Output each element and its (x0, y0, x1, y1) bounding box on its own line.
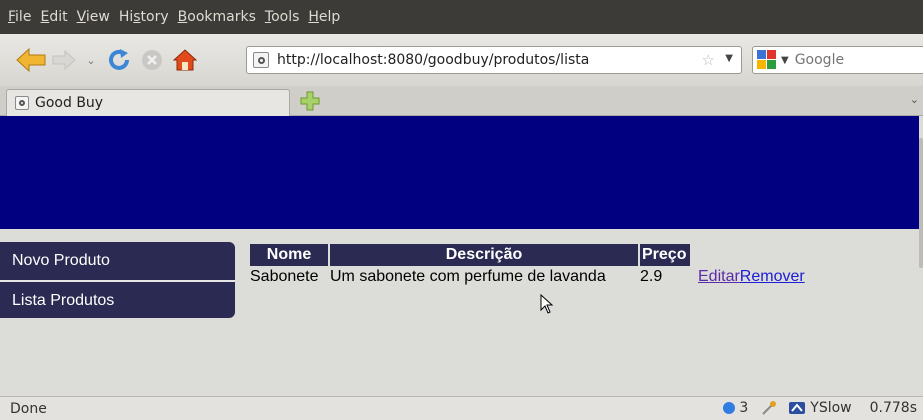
status-addons: 3 YSlow 0.778s (723, 399, 917, 417)
url-input[interactable] (277, 52, 677, 68)
home-button[interactable] (170, 46, 200, 74)
cell-preco: 2.9 (640, 268, 663, 285)
tab-favicon-icon (15, 96, 29, 110)
page-load-time: 0.778s (869, 400, 917, 416)
menu-edit[interactable]: Edit (40, 9, 67, 25)
header-descricao: Descrição (330, 244, 638, 266)
stop-button[interactable] (138, 46, 166, 74)
menu-help[interactable]: Help (308, 9, 340, 25)
page-favicon-icon (253, 52, 269, 68)
home-icon (173, 49, 197, 71)
reload-icon (109, 49, 129, 70)
remove-link[interactable]: Remover (740, 268, 805, 285)
mouse-cursor-icon (540, 294, 554, 314)
menu-link-novo-produto[interactable]: Novo Produto (0, 242, 235, 280)
plus-icon (300, 91, 320, 111)
history-dropdown-icon[interactable]: ⌄ (82, 46, 100, 74)
edit-link[interactable]: Editar (698, 268, 740, 285)
side-menu: Novo Produto Lista Produtos (0, 242, 235, 318)
page-header-banner (0, 116, 919, 229)
menu-file[interactable]: File (8, 9, 31, 25)
header-preco: Preço (640, 244, 690, 266)
notification-dot-icon[interactable] (723, 402, 736, 414)
menu-bar: File Edit View History Bookmarks Tools H… (0, 0, 923, 34)
notification-count: 3 (739, 400, 749, 416)
status-bar: Done 3 YSlow 0.778s (0, 396, 923, 420)
status-text: Done (10, 400, 47, 417)
forward-arrow-icon (52, 49, 76, 71)
menu-bookmarks[interactable]: Bookmarks (178, 9, 256, 25)
table-row: Sabonete Um sabonete com perfume de lava… (250, 266, 805, 288)
bookmark-star-icon[interactable]: ☆ (702, 51, 715, 69)
reload-button[interactable] (104, 46, 134, 74)
forward-button[interactable] (50, 46, 78, 74)
url-bar[interactable]: ☆ ▼ (246, 46, 742, 74)
menu-tools[interactable]: Tools (265, 9, 300, 25)
search-bar[interactable]: ▼ (752, 46, 923, 74)
new-tab-button[interactable] (300, 91, 320, 111)
table-header-row: Nome Descrição Preço (250, 244, 805, 266)
google-engine-icon[interactable] (757, 50, 779, 70)
tab-strip: Good Buy ⌄ (0, 86, 923, 116)
page-content: Novo Produto Lista Produtos Nome Descriç… (0, 116, 919, 394)
navigation-toolbar: ⌄ ☆ ▼ ▼ (0, 34, 923, 86)
menu-link-lista-produtos[interactable]: Lista Produtos (0, 282, 235, 320)
vertical-scrollbar[interactable] (919, 116, 923, 394)
tab-good-buy[interactable]: Good Buy (6, 89, 290, 116)
back-arrow-icon (16, 47, 46, 73)
header-actions (692, 244, 805, 266)
firebug-icon[interactable] (760, 399, 778, 417)
menu-view[interactable]: View (77, 9, 110, 25)
search-input[interactable] (794, 52, 905, 68)
scrollbar-thumb[interactable] (919, 138, 923, 268)
url-dropdown-icon[interactable]: ▼ (725, 53, 733, 64)
stop-icon (142, 50, 162, 70)
cell-actions: EditarRemover (692, 266, 805, 288)
tab-label: Good Buy (35, 95, 104, 111)
menu-history[interactable]: History (119, 9, 169, 25)
yslow-label[interactable]: YSlow (810, 400, 851, 416)
products-table: Nome Descrição Preço Sabonete Um sabonet… (248, 244, 807, 288)
cell-nome: Sabonete (250, 268, 319, 285)
yslow-icon[interactable] (788, 399, 806, 417)
cell-descricao: Um sabonete com perfume de lavanda (330, 268, 606, 285)
header-nome: Nome (250, 244, 328, 266)
search-engine-dropdown-icon[interactable]: ▼ (781, 55, 789, 66)
tab-list-chevron-icon[interactable]: ⌄ (910, 93, 919, 106)
back-button[interactable] (14, 46, 48, 74)
